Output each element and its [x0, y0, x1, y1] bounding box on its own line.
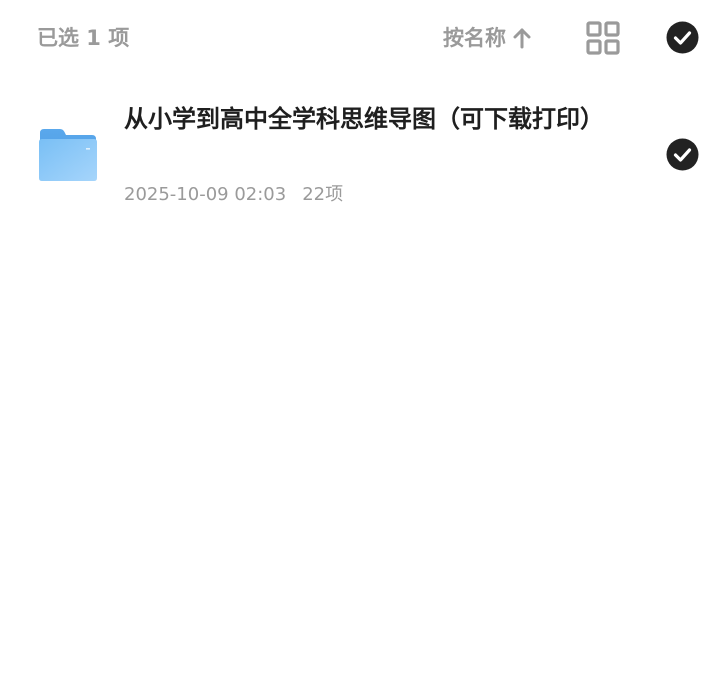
- file-name: 从小学到高中全学科思维导图（可下载打印）: [124, 105, 604, 133]
- selection-toolbar: 已选 1 项 按名称: [0, 0, 714, 76]
- folder-icon: [39, 129, 97, 181]
- grid-view-icon[interactable]: [586, 21, 620, 55]
- arrow-up-icon: [513, 28, 531, 49]
- select-all-check-icon[interactable]: [666, 21, 699, 54]
- item-selected-check-icon[interactable]: [666, 138, 699, 171]
- file-item-count: 22项: [302, 184, 344, 205]
- sort-label: 按名称: [443, 26, 506, 50]
- file-meta: 2025-10-09 02:03 22项: [124, 182, 343, 208]
- file-modified-date: 2025-10-09 02:03: [124, 184, 287, 205]
- sort-by-name-button[interactable]: 按名称: [443, 22, 532, 54]
- selected-count-label: 已选 1 项: [37, 26, 130, 50]
